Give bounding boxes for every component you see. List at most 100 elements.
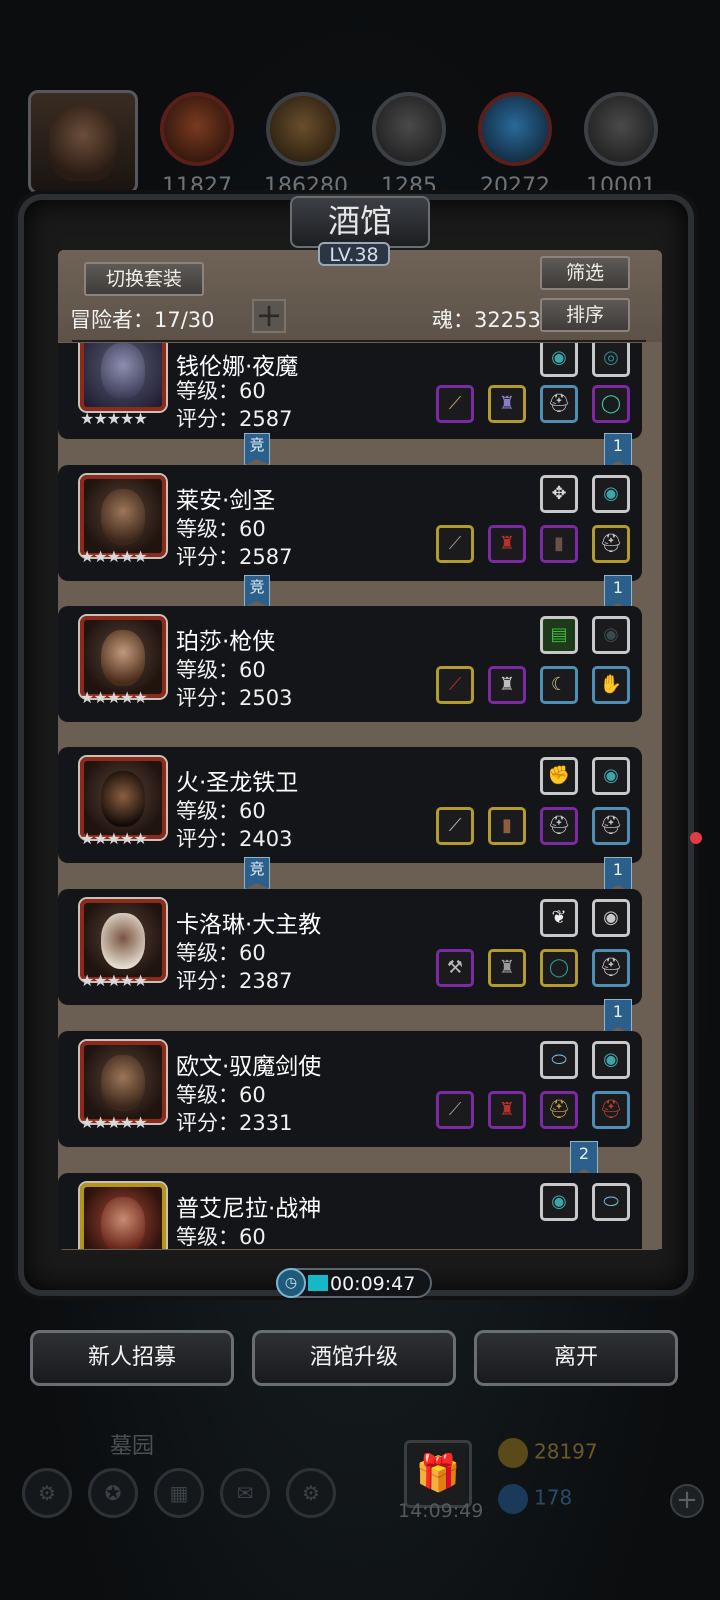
gold-amount: 28197 xyxy=(534,1439,598,1464)
competitive-badge: 竞 xyxy=(244,433,270,465)
cloak-slot[interactable]: ▮ xyxy=(488,807,526,845)
weapon-slot[interactable]: ⟋ xyxy=(436,1091,474,1129)
weapon-slot[interactable]: ⟋ xyxy=(436,666,474,704)
rank-ribbon: 1 xyxy=(604,857,632,893)
ring-slot[interactable]: ◯ xyxy=(540,949,578,987)
gem-slot[interactable]: ◉ xyxy=(540,343,578,377)
resource-iron: 1285 xyxy=(370,92,448,199)
area-label: 墓园 xyxy=(110,1434,155,1459)
helmet-slot[interactable]: ⛑ xyxy=(592,807,630,845)
weapon-slot[interactable]: ⟋ xyxy=(436,385,474,423)
leave-button[interactable]: 离开 xyxy=(474,1330,678,1386)
armor-slot[interactable]: ♜ xyxy=(488,949,526,987)
helmet-slot[interactable]: ⛑ xyxy=(592,949,630,987)
hero-portrait xyxy=(80,757,166,839)
armor-slot[interactable]: ♜ xyxy=(488,525,526,563)
hero-name: 火·圣龙铁卫 xyxy=(176,770,299,796)
helmet-slot[interactable]: ⛑ xyxy=(540,1091,578,1129)
hero-face xyxy=(101,1055,145,1111)
stone-icon xyxy=(584,92,658,166)
gem-slot[interactable]: ◉ xyxy=(592,757,630,795)
gear-icon[interactable]: ⚙ xyxy=(22,1468,72,1518)
hero-card[interactable]: 普艾尼拉·战神 等级：60 ◉ ⬭ xyxy=(58,1173,642,1249)
mail-icon[interactable]: ✉ xyxy=(220,1468,270,1518)
iron-icon xyxy=(372,92,446,166)
hero-card[interactable]: ★★★★★ 莱安·剑圣 等级：60 评分：2587 ✥ ◉ ⟋ ♜ ▮ ⛑ xyxy=(58,465,642,581)
hero-card[interactable]: ★★★★★ 珀莎·枪侠 等级：60 评分：2503 ▤ ◉ ⟋ ♜ ☾ ✋ xyxy=(58,606,642,722)
hero-face xyxy=(101,489,145,545)
armor-slot[interactable]: ♜ xyxy=(488,385,526,423)
crystal-icon xyxy=(478,92,552,166)
hero-stars: ★★★★★ xyxy=(80,409,148,428)
clock-icon: ◷ xyxy=(276,1268,306,1298)
ring-slot[interactable]: ◯ xyxy=(592,385,630,423)
gem-slot[interactable]: ◉ xyxy=(592,1041,630,1079)
ring-slot[interactable]: ◎ xyxy=(592,343,630,377)
weapon-slot[interactable]: ⚒ xyxy=(436,949,474,987)
gem-amount: 178 xyxy=(534,1485,573,1510)
scroll-slot[interactable]: ▤ xyxy=(540,616,578,654)
helmet-slot[interactable]: ⛑ xyxy=(592,525,630,563)
armor-slot[interactable]: ♜ xyxy=(488,666,526,704)
hero-portrait xyxy=(80,1041,166,1123)
gauntlet-slot[interactable]: ✋ xyxy=(592,666,630,704)
meat-icon xyxy=(160,92,234,166)
tavern-level: LV.38 xyxy=(318,242,390,266)
hero-score: 评分：2587 xyxy=(176,545,293,569)
player-avatar[interactable] xyxy=(28,90,138,194)
filter-button[interactable]: 筛选 xyxy=(540,256,630,290)
hero-list[interactable]: ★★★★★ 钱伦娜·夜魔 等级：60 评分：2587 ◉ ◎ ⟋ ♜ ⛑ ◯ 竞… xyxy=(58,343,662,1249)
charm-slot[interactable]: ⬭ xyxy=(592,1183,630,1221)
title-plate: 酒馆 xyxy=(290,196,430,248)
resource-value: 20272 xyxy=(480,174,550,199)
hero-card[interactable]: ★★★★★ 欧文·驭魔剑使 等级：60 评分：2331 ⬭ ◉ ⟋ ♜ ⛑ ⛑ xyxy=(58,1031,642,1147)
hero-card[interactable]: ★★★★★ 钱伦娜·夜魔 等级：60 评分：2587 ◉ ◎ ⟋ ♜ ⛑ ◯ xyxy=(58,343,642,439)
settings-icon[interactable]: ⚙ xyxy=(286,1468,336,1518)
hero-level: 等级：60 xyxy=(176,1083,266,1107)
hero-portrait xyxy=(80,343,166,411)
tavern-refresh-timer: ◷ 00:09:47 xyxy=(276,1268,432,1298)
switch-outfit-button[interactable]: 切换套装 xyxy=(84,262,204,296)
hero-name: 普艾尼拉·战神 xyxy=(176,1196,322,1222)
add-adventurer-button[interactable]: + xyxy=(252,299,286,333)
armor-slot[interactable]: ♜ xyxy=(488,1091,526,1129)
hero-face xyxy=(101,771,145,827)
avatar-face xyxy=(49,105,117,181)
charm-slot[interactable]: ⬭ xyxy=(540,1041,578,1079)
hero-card[interactable]: ★★★★★ 卡洛琳·大主教 等级：60 评分：2387 ❦ ◉ ⚒ ♜ ◯ ⛑ xyxy=(58,889,642,1005)
game-clock: 14:09:49 xyxy=(398,1500,484,1522)
helmet-slot[interactable]: ⛑ xyxy=(540,807,578,845)
resource-value: 10001 xyxy=(586,174,656,199)
gem-slot[interactable]: ◉ xyxy=(592,616,630,654)
weapon-slot[interactable]: ⟋ xyxy=(436,807,474,845)
sort-button[interactable]: 排序 xyxy=(540,298,630,332)
rank-ribbon: 1 xyxy=(604,433,632,469)
map-icon[interactable]: ▦ xyxy=(154,1468,204,1518)
gem-slot[interactable]: ◉ xyxy=(540,1183,578,1221)
amulet-slot[interactable]: ✥ xyxy=(540,475,578,513)
recruit-button[interactable]: 新人招募 xyxy=(30,1330,234,1386)
helmet-slot[interactable]: ⛑ xyxy=(540,385,578,423)
upgrade-tavern-button[interactable]: 酒馆升级 xyxy=(252,1330,456,1386)
helmet-slot[interactable]: ⛑ xyxy=(592,1091,630,1129)
feather-slot[interactable]: ❦ xyxy=(540,899,578,937)
hero-face xyxy=(101,913,145,969)
resource-crystal: 20272 xyxy=(476,92,554,199)
star-menu-icon[interactable]: ✪ xyxy=(88,1468,138,1518)
horn-slot[interactable]: ☾ xyxy=(540,666,578,704)
hero-score: 评分：2587 xyxy=(176,407,293,431)
hero-level: 等级：60 xyxy=(176,379,266,403)
add-currency-button[interactable]: + xyxy=(670,1484,704,1518)
hero-name: 珀莎·枪侠 xyxy=(176,629,276,655)
gem-slot[interactable]: ◉ xyxy=(592,475,630,513)
tavern-title: 酒馆 xyxy=(327,202,392,240)
weapon-slot[interactable]: ⟋ xyxy=(436,525,474,563)
gift-icon[interactable]: 🎁 xyxy=(404,1440,472,1508)
gem-slot[interactable]: ◉ xyxy=(592,899,630,937)
hero-stars: ★★★★★ xyxy=(80,971,148,990)
gauntlet-slot[interactable]: ✊ xyxy=(540,757,578,795)
hero-level: 等级：60 xyxy=(176,517,266,541)
hero-card[interactable]: ★★★★★ 火·圣龙铁卫 等级：60 评分：2403 ✊ ◉ ⟋ ▮ ⛑ ⛑ xyxy=(58,747,642,863)
competitive-badge: 竞 xyxy=(244,857,270,889)
cloak-slot[interactable]: ▮ xyxy=(540,525,578,563)
